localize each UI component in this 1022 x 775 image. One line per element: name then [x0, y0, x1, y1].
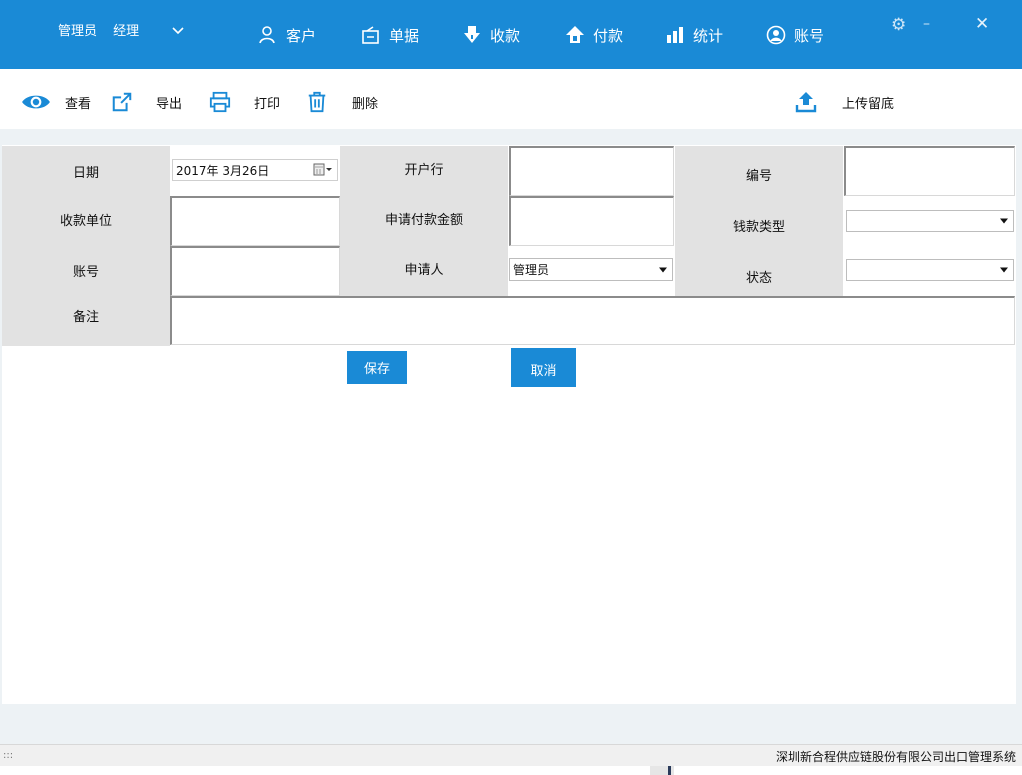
dropdown-arrow-icon — [659, 267, 667, 272]
document-icon — [362, 26, 379, 44]
nav-customer[interactable]: 客户 — [258, 24, 316, 46]
bottom-background — [0, 704, 1022, 744]
account-icon — [766, 25, 786, 45]
chevron-down-icon[interactable] — [171, 24, 185, 38]
nav-receipts[interactable]: 收款 — [462, 24, 520, 46]
number-label-text: 编号 — [745, 168, 772, 184]
date-label-text: 日期 — [72, 165, 99, 181]
nav-documents[interactable]: 单据 — [361, 24, 419, 46]
toolbar: 查看 导出 打印 删除 上传留底 — [0, 69, 1022, 129]
trash-icon — [308, 91, 326, 113]
toolbar-separator — [0, 129, 1022, 145]
bank-label: 开户行 — [340, 146, 508, 194]
nav-label: 统计 — [693, 26, 724, 45]
upload-label: 上传留底 — [842, 96, 895, 112]
upload-button[interactable]: 上传留底 — [794, 89, 894, 115]
user-menu[interactable]: 管理员 经理 — [58, 20, 151, 39]
applicant-value: 管理员 — [513, 263, 550, 277]
money-type-label-text: 钱款类型 — [732, 219, 785, 235]
status-label-text: 状态 — [745, 270, 772, 286]
header-bar: 管理员 经理 客户 单据 收款 付款 统计 账号 ⚙ – ✕ — [0, 0, 1022, 69]
account-input[interactable] — [170, 246, 340, 296]
resize-grip-icon[interactable]: ::: — [3, 750, 13, 761]
minimize-icon[interactable]: – — [923, 16, 930, 32]
delete-label: 删除 — [352, 96, 379, 112]
remark-label: 备注 — [2, 296, 170, 346]
applicant-label-text: 申请人 — [404, 262, 444, 278]
status-text: 深圳新合程供应链股份有限公司出口管理系统 — [775, 750, 1016, 764]
nav-payments[interactable]: 付款 — [565, 24, 623, 46]
dropdown-arrow-icon — [1000, 267, 1008, 273]
applicant-select[interactable]: 管理员 — [509, 258, 673, 281]
remark-input[interactable] — [170, 296, 1015, 345]
print-button[interactable]: 打印 — [209, 89, 280, 115]
payee-input[interactable] — [170, 196, 340, 246]
date-label: 日期 — [2, 146, 170, 196]
export-icon — [112, 92, 132, 112]
applicant-label: 申请人 — [340, 246, 508, 296]
settings-icon[interactable]: ⚙ — [891, 15, 906, 35]
eye-icon — [22, 95, 50, 109]
bank-input[interactable] — [509, 146, 674, 196]
nav-account[interactable]: 账号 — [766, 24, 824, 46]
print-icon — [209, 91, 231, 113]
form-content-area — [2, 346, 1016, 703]
nav-label: 收款 — [490, 26, 521, 45]
upload-icon — [795, 92, 817, 113]
money-type-label: 钱款类型 — [675, 196, 843, 246]
date-picker[interactable]: 2017年 3月26日 — [172, 159, 338, 181]
export-button[interactable]: 导出 — [111, 89, 182, 115]
nav-statistics[interactable]: 统计 — [665, 24, 723, 46]
taskbar-fragment — [650, 766, 674, 775]
close-icon[interactable]: ✕ — [975, 14, 989, 34]
user-icon — [259, 26, 275, 44]
bank-label-text: 开户行 — [404, 163, 444, 178]
delete-button[interactable]: 删除 — [306, 89, 378, 115]
status-bar: ::: 深圳新合程供应链股份有限公司出口管理系统 — [0, 744, 1022, 766]
account-label-text: 账号 — [72, 264, 99, 280]
money-type-select[interactable] — [846, 210, 1014, 232]
right-edge — [1016, 129, 1022, 745]
nav-label: 客户 — [286, 26, 317, 45]
number-input[interactable] — [844, 146, 1015, 196]
user-role: 经理 — [113, 24, 140, 39]
export-label: 导出 — [156, 96, 183, 112]
nav-label: 单据 — [389, 26, 420, 45]
amount-input[interactable] — [509, 196, 674, 246]
view-label: 查看 — [65, 96, 92, 112]
number-label: 编号 — [675, 146, 843, 196]
receive-icon — [464, 26, 480, 43]
account-label: 账号 — [2, 246, 170, 296]
nav-label: 付款 — [593, 26, 624, 45]
payee-label-text: 收款单位 — [59, 213, 112, 229]
status-select[interactable] — [846, 259, 1014, 281]
bar-chart-icon — [667, 27, 683, 43]
status-label: 状态 — [675, 246, 843, 296]
payee-label: 收款单位 — [2, 196, 170, 246]
amount-label: 申请付款金额 — [340, 194, 508, 246]
user-name: 管理员 — [58, 24, 98, 39]
pay-icon — [566, 26, 584, 43]
date-value: 2017年 3月26日 — [176, 163, 270, 178]
calendar-dropdown-icon[interactable] — [313, 163, 333, 177]
view-button[interactable]: 查看 — [21, 89, 91, 115]
save-button[interactable]: 保存 — [347, 351, 407, 384]
print-label: 打印 — [254, 96, 281, 112]
remark-label-text: 备注 — [72, 310, 99, 325]
nav-label: 账号 — [794, 26, 825, 45]
dropdown-arrow-icon — [1000, 218, 1008, 224]
amount-label-text: 申请付款金额 — [384, 212, 463, 228]
cancel-button[interactable]: 取消 — [511, 348, 576, 387]
below-window — [0, 766, 1022, 775]
payment-request-form: 日期 2017年 3月26日 开户行 编号 收款单位 申请付款金额 钱款类型 账… — [2, 146, 1016, 346]
